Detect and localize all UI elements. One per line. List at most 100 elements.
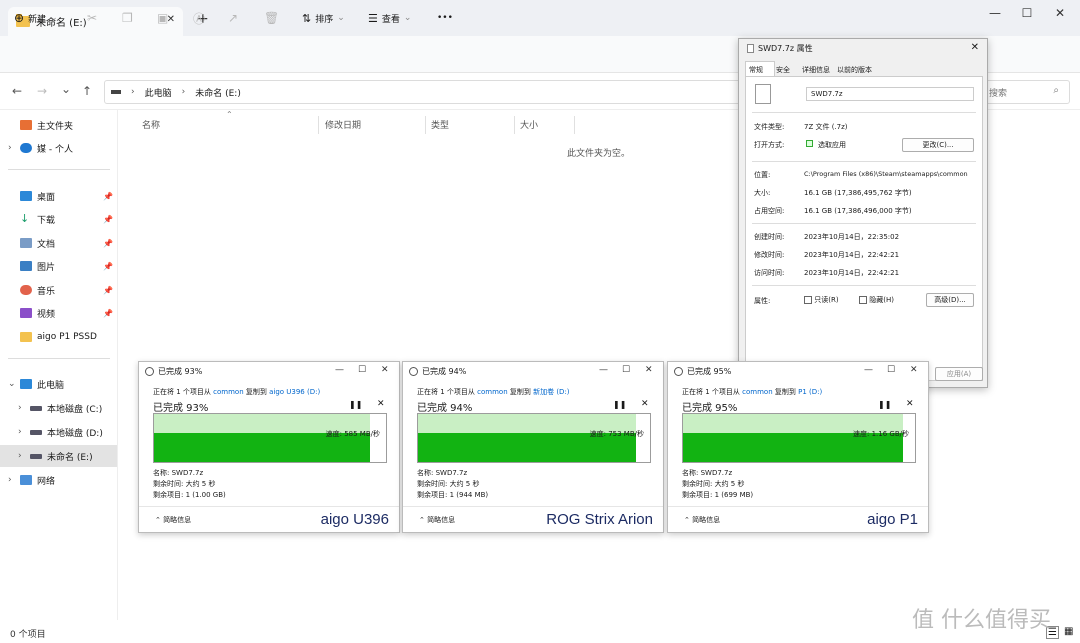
modified-label: 修改时间:	[754, 251, 785, 259]
fewer-details-button[interactable]: ⌃ 简略信息	[684, 515, 720, 525]
cancel-icon[interactable]: ✕	[906, 399, 914, 409]
sidebar-item-aigo-p1[interactable]: aigo P1 PSSD	[0, 326, 117, 348]
forward-button[interactable]: →	[37, 84, 47, 98]
sidebar-item-videos[interactable]: 视频 📌	[0, 302, 117, 324]
sidebar-item-desktop[interactable]: 桌面 📌	[0, 185, 117, 207]
copy-dialog: 已完成 93% — ☐ ✕ 正在将 1 个项目从 common 复制到 aigo U39…	[138, 361, 400, 533]
minimize-button[interactable]: —	[599, 365, 608, 375]
column-modified[interactable]: 修改日期	[325, 118, 361, 131]
tab-details[interactable]: 详细信息	[802, 65, 830, 75]
pin-icon[interactable]: 📌	[103, 192, 113, 201]
location-value: C:\Program Files (x86)\Steam\steamapps\c…	[804, 170, 968, 178]
change-button[interactable]: 更改(C)...	[902, 138, 974, 152]
sidebar-item-this-pc[interactable]: ⌄ 此电脑	[0, 373, 117, 395]
close-icon[interactable]: ✕	[971, 42, 979, 53]
column-divider[interactable]	[514, 116, 515, 134]
breadcrumb-e-drive[interactable]: 未命名 (E:)	[195, 86, 241, 99]
recent-button[interactable]: ⌄	[61, 82, 71, 96]
view-button[interactable]: ☰ 查看 ⌄	[368, 8, 411, 28]
column-divider[interactable]	[318, 116, 319, 134]
fewer-details-button[interactable]: ⌃ 简略信息	[155, 515, 191, 525]
copy-desc-pre: 正在将 1 个项目从	[417, 388, 478, 396]
sort-button[interactable]: ⇅ 排序 ⌄	[302, 8, 345, 28]
cancel-icon[interactable]: ✕	[377, 399, 385, 409]
source-link[interactable]: common	[742, 388, 773, 396]
readonly-label: 只读(R)	[814, 296, 839, 304]
pause-icon[interactable]: ❚❚	[878, 400, 891, 409]
breadcrumb-this-pc[interactable]: 此电脑	[145, 86, 172, 99]
tab-security[interactable]: 安全	[776, 65, 790, 75]
sidebar-item-e-drive[interactable]: › 未命名 (E:)	[0, 445, 117, 467]
destination-link[interactable]: P1 (D:)	[798, 388, 822, 396]
column-divider[interactable]	[425, 116, 426, 134]
up-button[interactable]: ↑	[82, 84, 92, 98]
minimize-button[interactable]: —	[864, 365, 873, 375]
readonly-checkbox[interactable]: 只读(R)	[804, 295, 839, 305]
advanced-button[interactable]: 高级(D)...	[926, 293, 974, 307]
column-size[interactable]: 大小	[520, 118, 538, 131]
back-button[interactable]: ←	[12, 84, 22, 98]
maximize-button[interactable]: ☐	[358, 365, 366, 375]
paste-icon[interactable]: ▣	[157, 8, 168, 28]
column-divider[interactable]	[574, 116, 575, 134]
apply-button[interactable]: 应用(A)	[935, 367, 983, 381]
drive-icon	[30, 405, 42, 411]
sidebar-item-pictures[interactable]: 图片 📌	[0, 255, 117, 277]
sidebar-item-onedrive[interactable]: › 媒 - 个人	[0, 137, 117, 159]
hidden-checkbox[interactable]: 隐藏(H)	[859, 295, 894, 305]
pin-icon[interactable]: 📌	[103, 215, 113, 224]
cut-icon[interactable]: ✂	[87, 8, 97, 28]
sidebar-item-d-drive[interactable]: › 本地磁盘 (D:)	[0, 421, 117, 443]
sidebar-item-network[interactable]: › 网络	[0, 469, 117, 491]
destination-link[interactable]: 新加卷 (D:)	[533, 388, 569, 396]
more-button[interactable]: •••	[437, 8, 453, 28]
source-link[interactable]: common	[477, 388, 508, 396]
close-button[interactable]: ✕	[381, 365, 389, 375]
pin-icon[interactable]: 📌	[103, 286, 113, 295]
chevron-right-icon: ›	[8, 475, 12, 485]
source-link[interactable]: common	[213, 388, 244, 396]
destination-link[interactable]: aigo U396 (D:)	[269, 388, 320, 396]
network-icon	[20, 475, 32, 485]
delete-icon[interactable]: 🗑	[264, 8, 279, 28]
copy-icon[interactable]: ❐	[122, 8, 133, 28]
sidebar-item-label: 桌面	[37, 192, 56, 203]
pause-icon[interactable]: ❚❚	[349, 400, 362, 409]
drive-icon	[30, 453, 42, 459]
tab-general[interactable]: 常规	[749, 65, 763, 75]
close-button[interactable]: ✕	[1050, 6, 1070, 20]
column-name[interactable]: 名称	[142, 118, 160, 131]
maximize-button[interactable]: ☐	[622, 365, 630, 375]
pause-icon[interactable]: ❚❚	[613, 400, 626, 409]
copy-description: 正在将 1 个项目从 common 复制到 P1 (D:)	[682, 387, 822, 397]
tiles-view-icon[interactable]: ▦	[1064, 626, 1073, 637]
minimize-button[interactable]: —	[985, 6, 1005, 20]
pin-icon[interactable]: 📌	[103, 262, 113, 271]
sidebar-item-c-drive[interactable]: › 本地磁盘 (C:)	[0, 397, 117, 419]
share-icon[interactable]: ↗	[228, 8, 238, 28]
close-button[interactable]: ✕	[645, 365, 653, 375]
minimize-button[interactable]: —	[335, 365, 344, 375]
sidebar-item-documents[interactable]: 文档 📌	[0, 232, 117, 254]
cancel-icon[interactable]: ✕	[641, 399, 649, 409]
copy-desc-pre: 正在将 1 个项目从	[153, 388, 214, 396]
tab-previous-versions[interactable]: 以前的版本	[837, 65, 872, 75]
pin-icon[interactable]: 📌	[103, 239, 113, 248]
rename-icon[interactable]: Ⓐ	[193, 8, 205, 28]
pin-icon[interactable]: 📌	[103, 309, 113, 318]
new-button[interactable]: ⊕ 新建 ⌄	[14, 8, 58, 28]
maximize-button[interactable]: ☐	[887, 365, 895, 375]
sidebar-item-home[interactable]: 主文件夹	[0, 114, 117, 136]
fewer-details-label: 简略信息	[163, 516, 192, 524]
divider	[752, 161, 976, 162]
sidebar-item-downloads[interactable]: ↓ 下载 📌	[0, 208, 117, 230]
clock-icon	[674, 367, 683, 376]
divider	[752, 223, 976, 224]
close-button[interactable]: ✕	[910, 365, 918, 375]
sidebar-item-music[interactable]: 音乐 📌	[0, 279, 117, 301]
fewer-details-button[interactable]: ⌃ 简略信息	[419, 515, 455, 525]
progress-percent: 已完成 94%	[417, 403, 473, 414]
maximize-button[interactable]: ☐	[1017, 6, 1037, 20]
filename-field[interactable]: SWD7.7z	[806, 87, 974, 101]
column-type[interactable]: 类型	[431, 118, 449, 131]
